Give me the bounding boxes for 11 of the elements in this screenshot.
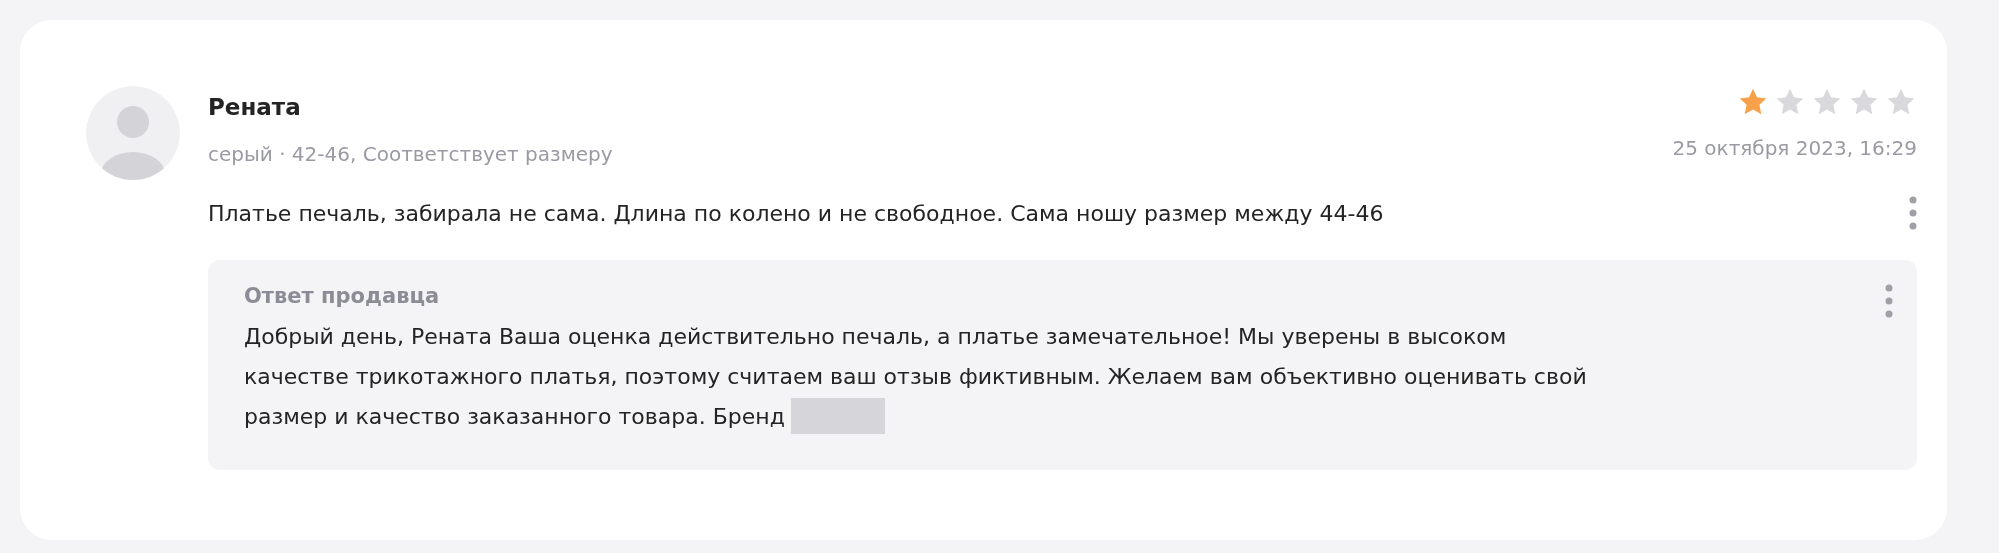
more-icon[interactable] [1885,284,1893,318]
reply-title: Ответ продавца [244,284,441,308]
more-icon[interactable] [1909,196,1917,230]
review-text: Платье печаль, забирала не сама. Длина по колено и не свободное. Сама ношу размер между 44-46 [208,200,1384,226]
reply-text-line: Добрый день, Рената Ваша оценка действительно печаль, а платье замечательное! Мы уверены в высоком [244,323,1507,349]
reply-text-line: размер и качество заказанного товара. Бренд [244,403,785,429]
review-date: 25 октября 2023, 16:29 [1672,136,1917,160]
reply-text-line: качестве трикотажного платья, поэтому считаем ваш отзыв фиктивным. Желаем вам объективно оценивать свой [244,363,1587,389]
avatar-icon [86,86,180,180]
product-details: серый · 42-46, Соответствует размеру [208,142,613,166]
author-name: Рената [208,94,302,120]
